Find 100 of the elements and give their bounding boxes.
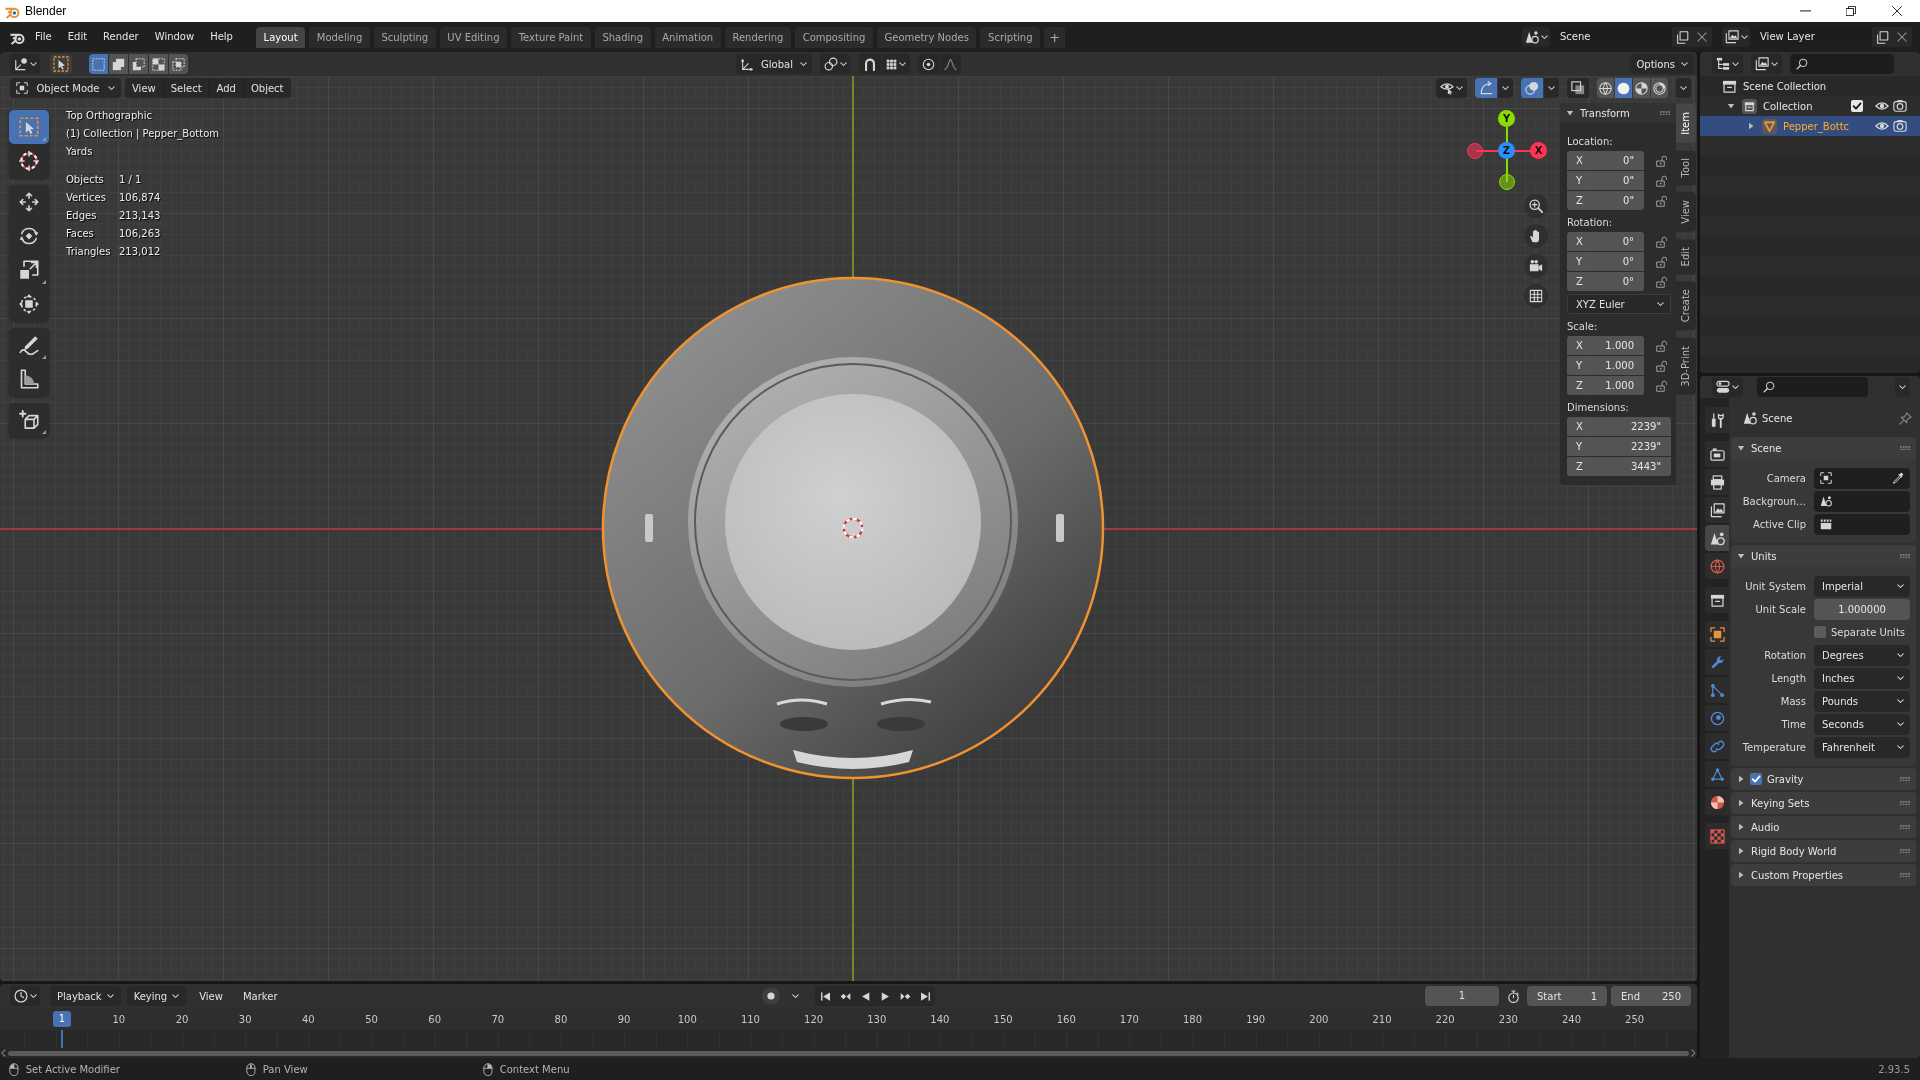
properties-tab[interactable]	[1705, 733, 1729, 759]
menu-item[interactable]: Select	[163, 78, 210, 98]
options-dropdown[interactable]	[1895, 377, 1910, 397]
eye-icon[interactable]	[1875, 119, 1889, 133]
delete-scene-button[interactable]	[1692, 27, 1712, 47]
shading-mode-button[interactable]	[1615, 78, 1632, 98]
workspace-tab[interactable]: Shading	[594, 27, 651, 48]
new-view-layer-button[interactable]	[1872, 27, 1892, 47]
add-workspace-button[interactable]: +	[1044, 27, 1066, 48]
sidebar-tab[interactable]: Create	[1676, 281, 1696, 331]
workspace-tab[interactable]: Compositing	[795, 27, 873, 48]
options-dropdown[interactable]: Options	[1630, 54, 1694, 74]
dropdown[interactable]: Seconds	[1814, 713, 1910, 735]
menu-item[interactable]: Add	[209, 78, 244, 98]
number-field[interactable]: X 0°	[1567, 232, 1644, 251]
view-layer-dropdown[interactable]	[1751, 54, 1782, 74]
menu-item[interactable]: Edit	[59, 27, 96, 47]
camera-icon[interactable]	[1893, 119, 1907, 133]
sidebar-tab[interactable]: Tool	[1676, 149, 1696, 186]
open-padlock-icon[interactable]	[1656, 154, 1668, 167]
camera-icon[interactable]	[1893, 99, 1907, 113]
panel-header[interactable]: Scene	[1731, 437, 1916, 459]
3d-viewport[interactable]	[0, 76, 1697, 981]
editor-type-button[interactable]	[1712, 377, 1743, 397]
frame-range-field[interactable]: Start 1	[1527, 986, 1607, 1006]
playhead[interactable]: 1	[53, 1011, 71, 1027]
new-scene-button[interactable]	[1672, 27, 1692, 47]
number-field[interactable]: X 1.000	[1567, 336, 1644, 355]
panel-header[interactable]: Gravity	[1731, 768, 1916, 790]
shading-mode-button[interactable]	[1597, 78, 1614, 98]
workspace-tab[interactable]: Texture Paint	[511, 27, 591, 48]
sidebar-tab[interactable]: View	[1676, 192, 1696, 232]
editor-type-button[interactable]	[10, 54, 40, 74]
scrollbar[interactable]	[7, 1050, 1690, 1056]
workspace-tab[interactable]: Geometry Nodes	[876, 27, 977, 48]
properties-tab[interactable]	[1705, 587, 1729, 613]
properties-tab[interactable]	[1705, 649, 1729, 675]
properties-tab[interactable]	[1705, 441, 1729, 467]
properties-tab[interactable]	[1705, 705, 1729, 731]
number-field[interactable]: Y 0"	[1567, 171, 1644, 190]
orientation-dropdown[interactable]: Global	[736, 54, 812, 74]
selection-mode-button[interactable]	[109, 54, 128, 74]
disclosure-triangle-icon[interactable]	[1566, 109, 1574, 117]
snap-target-dropdown[interactable]	[882, 54, 910, 74]
data-block-field[interactable]	[1814, 467, 1910, 489]
axis-button[interactable]	[1499, 174, 1515, 190]
open-padlock-icon[interactable]	[1656, 379, 1668, 392]
dropdown[interactable]: Degrees	[1814, 644, 1910, 666]
selection-mode-button[interactable]	[149, 54, 168, 74]
pivot-dropdown[interactable]	[820, 54, 851, 74]
dropdown-button[interactable]	[1498, 78, 1513, 98]
selection-mode-button[interactable]	[89, 54, 108, 74]
dropdown[interactable]: Imperial	[1814, 575, 1910, 597]
number-field[interactable]: 1.000000	[1814, 598, 1910, 620]
rotation-mode-dropdown[interactable]: XYZ Euler	[1567, 294, 1671, 314]
open-padlock-icon[interactable]	[1656, 235, 1668, 248]
number-field[interactable]: Y 2239"	[1567, 437, 1671, 456]
menu-item[interactable]: Keying	[126, 986, 187, 1006]
current-frame-field[interactable]: 1	[1425, 986, 1499, 1006]
open-padlock-icon[interactable]	[1656, 275, 1668, 288]
outliner-row[interactable]: Pepper_Bottc	[1700, 116, 1920, 136]
display-mode-dropdown[interactable]	[1712, 54, 1743, 74]
shading-mode-button[interactable]	[1651, 78, 1668, 98]
workspace-tab[interactable]: Sculpting	[373, 27, 436, 48]
open-padlock-icon[interactable]	[1656, 255, 1668, 268]
workspace-tab[interactable]: Modeling	[309, 27, 370, 48]
xray-toggle[interactable]	[1567, 78, 1589, 98]
panel-header[interactable]: Audio	[1731, 816, 1916, 838]
workspace-tab[interactable]: Rendering	[724, 27, 792, 48]
properties-tab[interactable]	[1705, 525, 1729, 551]
dropdown[interactable]: Fahrenheit	[1814, 736, 1910, 758]
disc-mesh[interactable]	[601, 276, 1105, 780]
menu-item[interactable]: File	[27, 27, 60, 47]
sidebar-tab[interactable]: Edit	[1676, 238, 1696, 275]
selectability-dropdown[interactable]	[1436, 78, 1467, 98]
workspace-tab[interactable]: UV Editing	[439, 27, 508, 48]
open-padlock-icon[interactable]	[1656, 339, 1668, 352]
delete-view-layer-button[interactable]	[1892, 27, 1912, 47]
search-field[interactable]	[1790, 54, 1894, 74]
open-padlock-icon[interactable]	[1656, 174, 1668, 187]
proportional-edit-toggle[interactable]	[918, 54, 939, 74]
axis-button[interactable]	[1467, 143, 1483, 159]
number-field[interactable]: Z 0°	[1567, 272, 1644, 291]
gizmo-toggle[interactable]	[1475, 78, 1497, 98]
dropdown[interactable]: Inches	[1814, 667, 1910, 689]
selection-mode-button[interactable]	[169, 54, 188, 74]
number-field[interactable]: X 0"	[1567, 151, 1644, 170]
dropdown[interactable]: Pounds	[1814, 690, 1910, 712]
properties-tab[interactable]	[1705, 407, 1729, 433]
camera-view-button[interactable]	[1524, 254, 1548, 278]
view-layer-browse-button[interactable]	[1722, 27, 1750, 47]
menu-item[interactable]: Render	[95, 27, 147, 47]
open-padlock-icon[interactable]	[1656, 359, 1668, 372]
checkbox[interactable]	[1851, 100, 1863, 112]
menu-item[interactable]: Window	[146, 27, 203, 47]
checkbox[interactable]	[1814, 626, 1826, 638]
number-field[interactable]: Z 1.000	[1567, 376, 1644, 395]
panel-header[interactable]: Custom Properties	[1731, 864, 1916, 886]
shading-mode-button[interactable]	[1633, 78, 1650, 98]
sidebar-tab[interactable]: 3D-Print	[1676, 337, 1696, 395]
